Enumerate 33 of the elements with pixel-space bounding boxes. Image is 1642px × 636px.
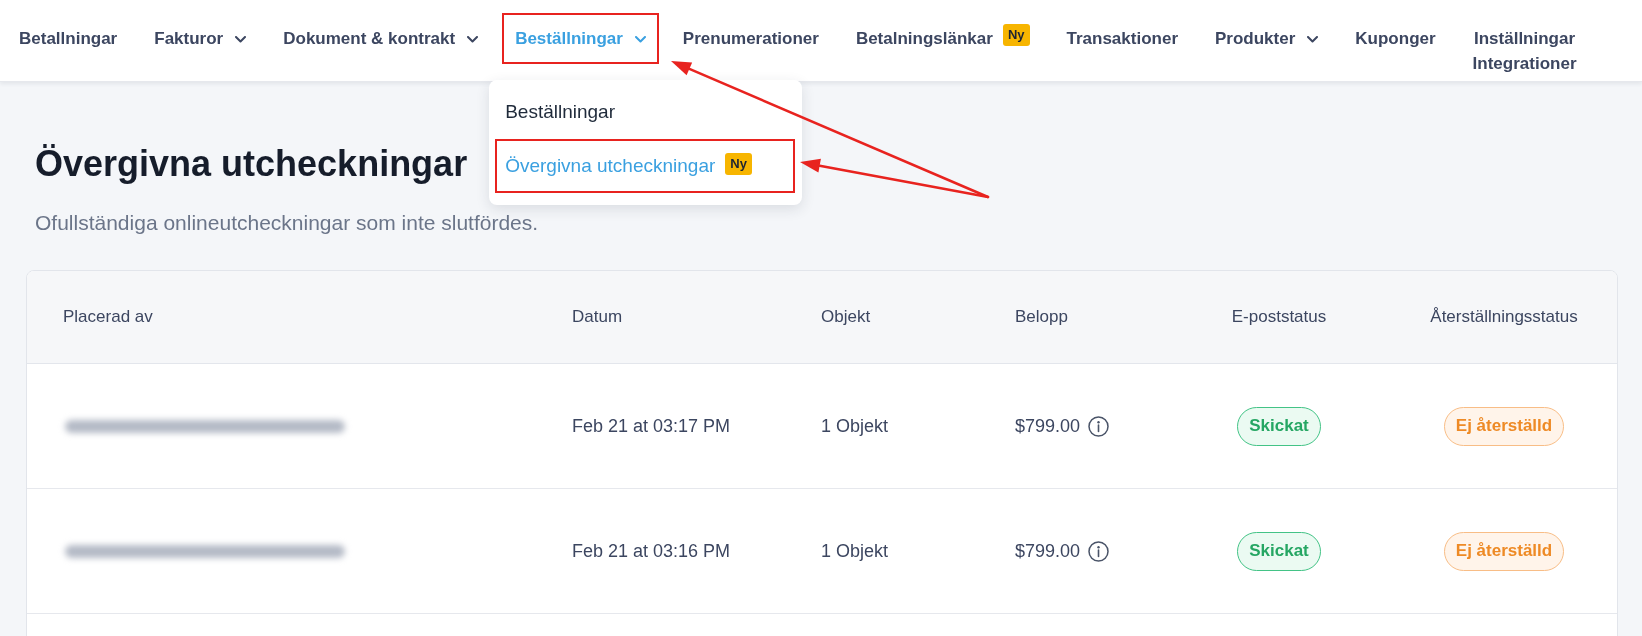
nav-link[interactable]: Inställningar [1474,28,1576,50]
nav-link[interactable]: Produkter [1215,28,1319,50]
nav-link[interactable]: Kuponger [1355,28,1436,50]
info-icon[interactable] [1088,540,1110,562]
item-count: 1 Objekt [821,540,889,563]
amount-text: $799.00 [1015,540,1081,563]
menu-item[interactable]: Beställningar [505,101,615,123]
info-icon[interactable] [1088,415,1110,437]
new-badge: Ny [1002,24,1030,46]
column-header: Datum [572,306,623,328]
nav-link[interactable]: Fakturor [154,28,247,50]
page-subtitle: Ofullständiga onlineutcheckningar som inte slutfördes. [35,210,539,236]
item-count: 1 Objekt [821,415,889,438]
email-status-badge: Skickat [1237,406,1321,446]
new-badge: Ny [725,153,752,175]
column-header: Återställningsstatus [1430,306,1578,328]
nav-link[interactable]: Transaktioner [1066,28,1178,50]
recovery-status-badge: Ej återställd [1443,531,1565,571]
date-text: Feb 21 at 03:16 PM [572,540,731,563]
nav-link[interactable]: Dokument & kontrakt [283,28,479,50]
page-title: Övergivna utcheckningar [35,142,468,186]
column-header: Placerad av [63,306,153,328]
column-header: Belopp [1015,306,1068,328]
amount-text: $799.00 [1015,415,1081,438]
nav-link[interactable]: Prenumerationer [682,28,819,50]
nav-link[interactable]: Integrationer [1472,53,1577,75]
recovery-status-badge: Ej återställd [1443,406,1565,446]
column-header: E-poststatus [1231,306,1327,328]
nav-link[interactable]: Betalningslänkar [855,28,993,50]
email-status-badge: Skickat [1237,531,1321,571]
column-header: Objekt [821,306,871,328]
nav-link[interactable]: Betallningar [19,28,118,50]
date-text: Feb 21 at 03:17 PM [572,415,731,438]
